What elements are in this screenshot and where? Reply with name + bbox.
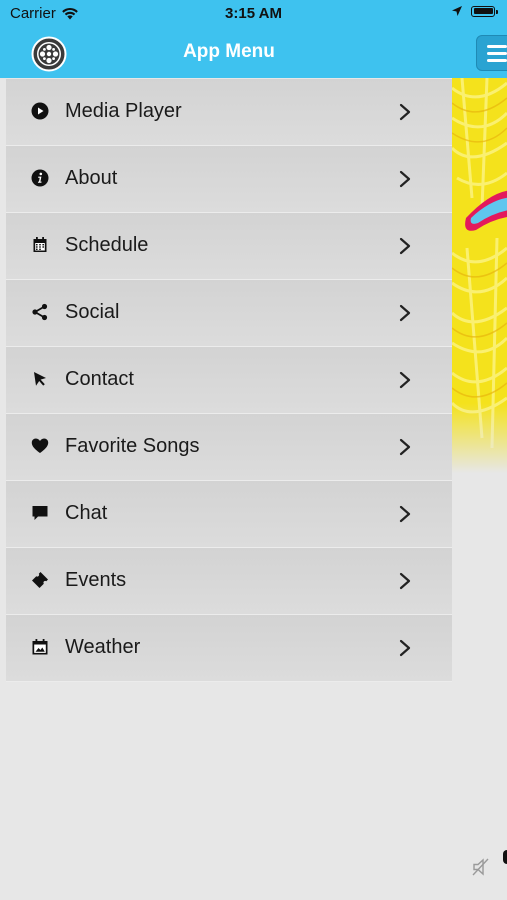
chevron-right-icon [399, 237, 411, 255]
menu-item-label: Contact [65, 368, 134, 390]
menu-item-label: About [65, 167, 118, 189]
menu-item-label: Events [65, 569, 127, 591]
menu-item-contact[interactable]: Contact [6, 347, 452, 414]
heart-icon [31, 438, 49, 453]
menu-item-social[interactable]: Social [6, 280, 452, 347]
chevron-right-icon [399, 505, 411, 523]
page-title: App Menu [183, 41, 275, 62]
app-menu-list: Media Player About Schedule Social Conta… [6, 79, 452, 682]
menu-item-schedule[interactable]: Schedule [6, 213, 452, 280]
hamburger-line [487, 52, 507, 55]
background-artwork [452, 78, 507, 473]
menu-item-favorite-songs[interactable]: Favorite Songs [6, 414, 452, 481]
chevron-right-icon [399, 103, 411, 121]
status-time: 3:15 AM [225, 5, 282, 22]
hamburger-line [487, 45, 507, 48]
edge-indicator [503, 850, 507, 864]
menu-item-label: Schedule [65, 234, 149, 256]
chevron-right-icon [399, 639, 411, 657]
menu-item-media-player[interactable]: Media Player [6, 79, 452, 146]
chevron-right-icon [399, 170, 411, 188]
menu-item-events[interactable]: Events [6, 548, 452, 615]
menu-item-about[interactable]: About [6, 146, 452, 213]
location-arrow-icon [452, 6, 462, 16]
chevron-right-icon [399, 572, 411, 590]
muted-speaker-icon[interactable] [471, 857, 491, 877]
cursor-arrow-icon [34, 372, 46, 386]
menu-item-weather[interactable]: Weather [6, 615, 452, 682]
chevron-right-icon [399, 438, 411, 456]
weather-calendar-icon [32, 639, 48, 655]
status-bar: Carrier 3:15 AM [0, 0, 507, 28]
hamburger-menu-button[interactable] [476, 35, 507, 71]
calendar-icon [33, 237, 47, 252]
share-icon [32, 303, 48, 321]
hamburger-line [487, 59, 507, 62]
chat-bubble-icon [32, 506, 48, 520]
menu-item-label: Favorite Songs [65, 435, 200, 457]
info-icon [31, 169, 49, 187]
artwork-fade [452, 403, 507, 473]
menu-item-label: Social [65, 301, 120, 323]
chevron-right-icon [399, 304, 411, 322]
menu-item-label: Weather [65, 636, 141, 658]
menu-item-label: Media Player [65, 100, 182, 122]
ticket-icon [32, 572, 48, 588]
battery-icon [471, 5, 498, 17]
menu-item-label: Chat [65, 502, 108, 524]
chevron-right-icon [399, 371, 411, 389]
play-circle-icon [31, 102, 49, 120]
nav-bar: App Menu [0, 28, 507, 78]
status-right [451, 5, 498, 17]
menu-item-chat[interactable]: Chat [6, 481, 452, 548]
